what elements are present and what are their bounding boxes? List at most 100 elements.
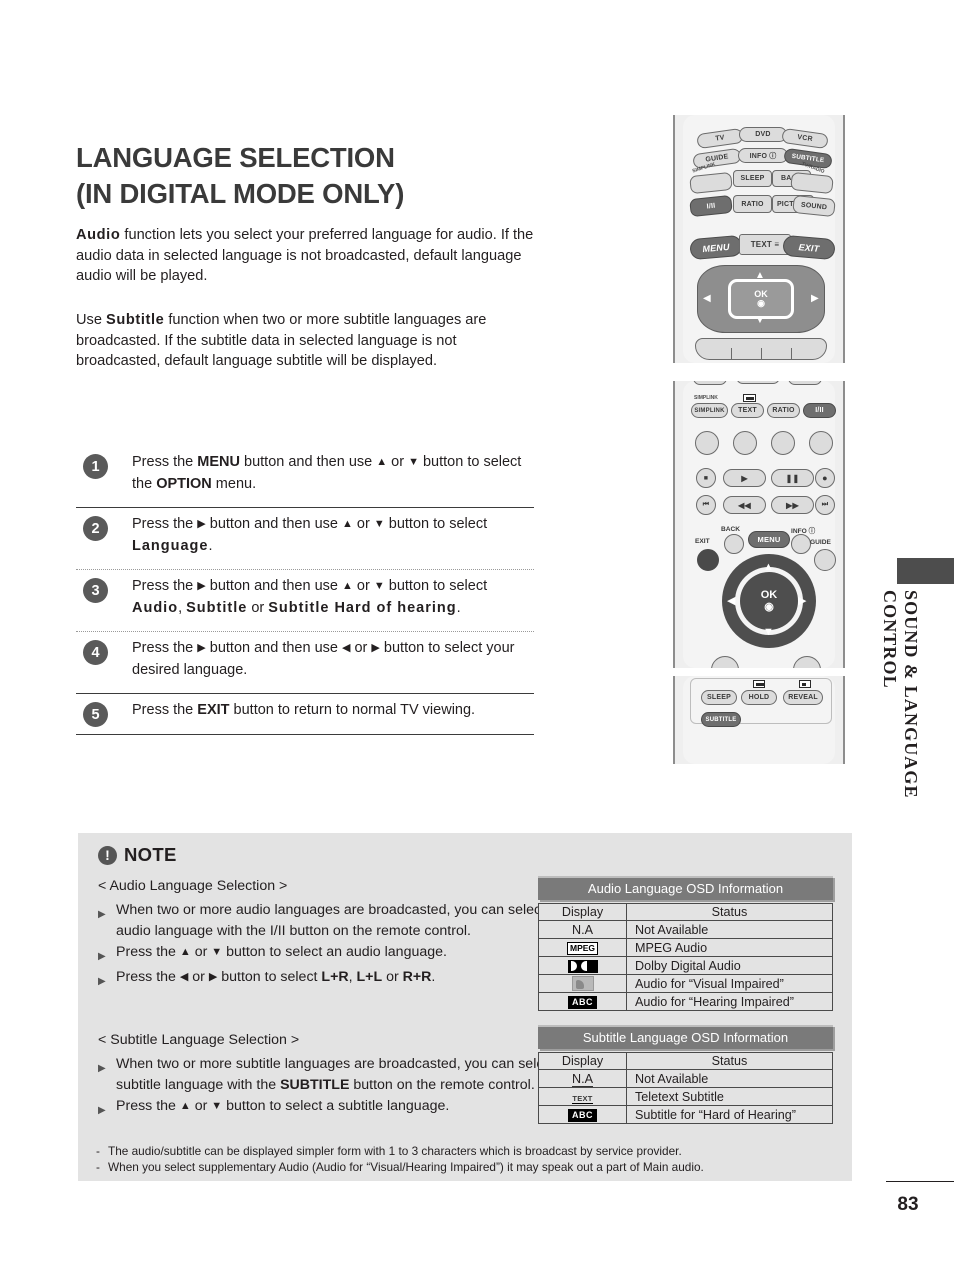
note-list-item-text: Press the ▲ or ▼ button to select an aud… [116,944,447,960]
remote-pause-button[interactable]: ❚❚ [771,469,814,487]
triangle-bullet-icon: ▶ [98,909,106,920]
intro-subtitle-keyword: Subtitle [106,312,165,328]
remote-button-simplink-2[interactable]: SIMPLINK [691,403,728,418]
text-mode-icon [743,394,756,402]
remote-button-info-2[interactable] [791,534,811,554]
osd-status-cell: Dolby Digital Audio [626,956,833,975]
remote-button-cut-1[interactable] [693,381,727,385]
triangle-bullet-icon: ▶ [98,951,106,962]
remote-button-info[interactable]: INFO ⓘ [738,148,788,163]
remote-button-sound[interactable]: SOUND [792,194,836,218]
remote-skip-back-button[interactable]: ⏮ [696,495,716,515]
navpad-right-arrow-2[interactable]: ▶ [798,594,806,607]
remote-button-subtitle-3[interactable]: SUBTITLE [701,712,741,727]
osd-audio-header-status: Status [626,903,833,921]
osd-display-cell: TEXT [538,1087,627,1106]
remote-body-1: TV DVD VCR GUIDE INFO ⓘ SUBTITLE SIMPLIN… [683,115,836,363]
note-subtitle-items: ▶ When two or more subtitle languages are… [98,1054,558,1121]
mpeg-icon: MPEG [566,942,599,955]
remote-button-cut-bottom-1[interactable] [711,656,739,668]
remote-skip-forward-button[interactable]: ⏭ [815,495,835,515]
remote-play-button[interactable]: ▶ [723,469,766,487]
remote-button-hold-3[interactable]: HOLD [741,690,777,705]
remote-button-i-ii[interactable]: I/II [689,194,733,218]
remote-bottom-bar-divider-a [731,348,733,360]
remote-button-vcr[interactable]: VCR [781,127,829,150]
not-available-label: N.A [572,922,593,937]
osd-status-cell: Not Available [626,1069,833,1088]
table-row: N.A Not Available [538,920,833,939]
remote-button-guide-2[interactable] [814,549,836,571]
remote-button-menu[interactable]: MENU [689,234,743,261]
note-list-item: ▶ When two or more audio languages are br… [98,900,558,942]
osd-audio-header-row: Display Status [538,903,833,921]
remote-button-tv[interactable]: TV [696,127,744,150]
navpad-right-arrow-1[interactable]: ▶ [811,293,819,304]
remote-color-button-2[interactable] [733,431,757,455]
footnote: - The audio/subtitle can be displayed sim… [96,1143,841,1159]
remote-button-blank-left[interactable] [689,171,733,195]
step-row: 3 Press the ▶ button and then use ▲ or ▼ … [76,570,534,631]
navpad-up-arrow-2[interactable]: ▲ [763,561,774,573]
remote-button-ratio[interactable]: RATIO [733,195,772,213]
osd-subtitle-grid: Display Status N.A Not Available TEXT Telet… [538,1052,833,1124]
step-row: 4 Press the ▶ button and then use ◀ or ▶ … [76,632,534,693]
osd-display-cell: ABC [538,1105,627,1124]
table-row: N.A Not Available [538,1069,833,1088]
osd-status-cell: Not Available [626,920,833,939]
osd-audio-header-display: Display [538,903,627,921]
note-title: NOTE [124,844,177,865]
remote-button-back-2[interactable] [724,534,744,554]
step-row: 5 Press the EXIT button to return to norm… [76,694,534,734]
remote-button-exit-2[interactable] [697,549,719,571]
remote-stop-button[interactable]: ■ [696,468,716,488]
footnote-dash: - [96,1144,100,1158]
intro-paragraph-audio: Audio function lets you select your pref… [76,225,543,287]
intro-paragraph-subtitle: Use Subtitle function when two or more s… [76,310,543,372]
remote-record-button[interactable]: ● [815,468,835,488]
remote-button-sleep[interactable]: SLEEP [733,170,772,187]
table-row: ABC Audio for “Hearing Impaired” [538,992,833,1012]
table-row: Audio for “Visual Impaired” [538,973,833,994]
note-list-item: ▶ Press the ◀ or ▶ button to select L+R, … [98,967,558,992]
remote-button-cut-bottom-2[interactable] [793,656,821,668]
intro-subtitle-prefix: Use [76,312,107,328]
remote-button-blank-right[interactable] [790,171,834,195]
table-row: MPEG MPEG Audio [538,938,833,957]
navpad-down-arrow-2[interactable]: ▼ [763,626,774,638]
teletext-icon: TEXT [572,1093,593,1104]
table-row: Dolby Digital Audio [538,956,833,975]
page-title-line1: LANGUAGE SELECTION [76,142,395,173]
remote-button-reveal-3[interactable]: REVEAL [783,690,823,705]
remote-button-exit[interactable]: EXIT [782,234,836,261]
remote-color-button-1[interactable] [695,431,719,455]
step-separator [76,733,534,735]
remote-button-dvd[interactable]: DVD [739,127,787,142]
osd-status-cell: MPEG Audio [626,938,833,957]
navpad-left-arrow-1[interactable]: ◀ [703,293,711,304]
remote-button-i-ii-2[interactable]: I/II [803,403,836,418]
remote-button-sleep-3[interactable]: SLEEP [701,690,737,705]
note-audio-section: < Audio Language Selection > ▶ When two o… [98,876,558,992]
remote-illustration-top: TV DVD VCR GUIDE INFO ⓘ SUBTITLE SIMPLIN… [673,115,845,363]
remote-color-button-4[interactable] [809,431,833,455]
osd-subtitle-table: Subtitle Language OSD Information Displa… [538,1025,833,1124]
navpad-left-arrow-2[interactable]: ◀ [727,594,735,607]
remote-body-3: SLEEP HOLD REVEAL SUBTITLE [683,676,835,764]
osd-subtitle-header-display: Display [538,1052,627,1070]
remote-label-guide-2: GUIDE [810,539,831,546]
step-text: Press the MENU button and then use ▲ or … [132,454,522,492]
remote-color-button-3[interactable] [771,431,795,455]
remote-button-menu-2[interactable]: MENU [748,531,790,548]
remote-button-cut-2[interactable] [736,381,780,384]
remote-rewind-button[interactable]: ◀◀ [723,496,766,514]
remote-button-text-2[interactable]: TEXT [731,403,764,418]
osd-audio-grid: Display Status N.A Not Available MPEG MPEG … [538,903,833,1012]
osd-display-cell: ABC [538,992,627,1012]
intro-audio-text: function lets you select your preferred … [76,227,534,285]
remote-button-cut-3[interactable] [788,381,822,385]
step-text: Press the ▶ button and then use ◀ or ▶ b… [132,640,515,678]
osd-display-cell: N.A [538,1069,627,1088]
remote-fast-forward-button[interactable]: ▶▶ [771,496,814,514]
remote-button-ratio-2[interactable]: RATIO [767,403,800,418]
